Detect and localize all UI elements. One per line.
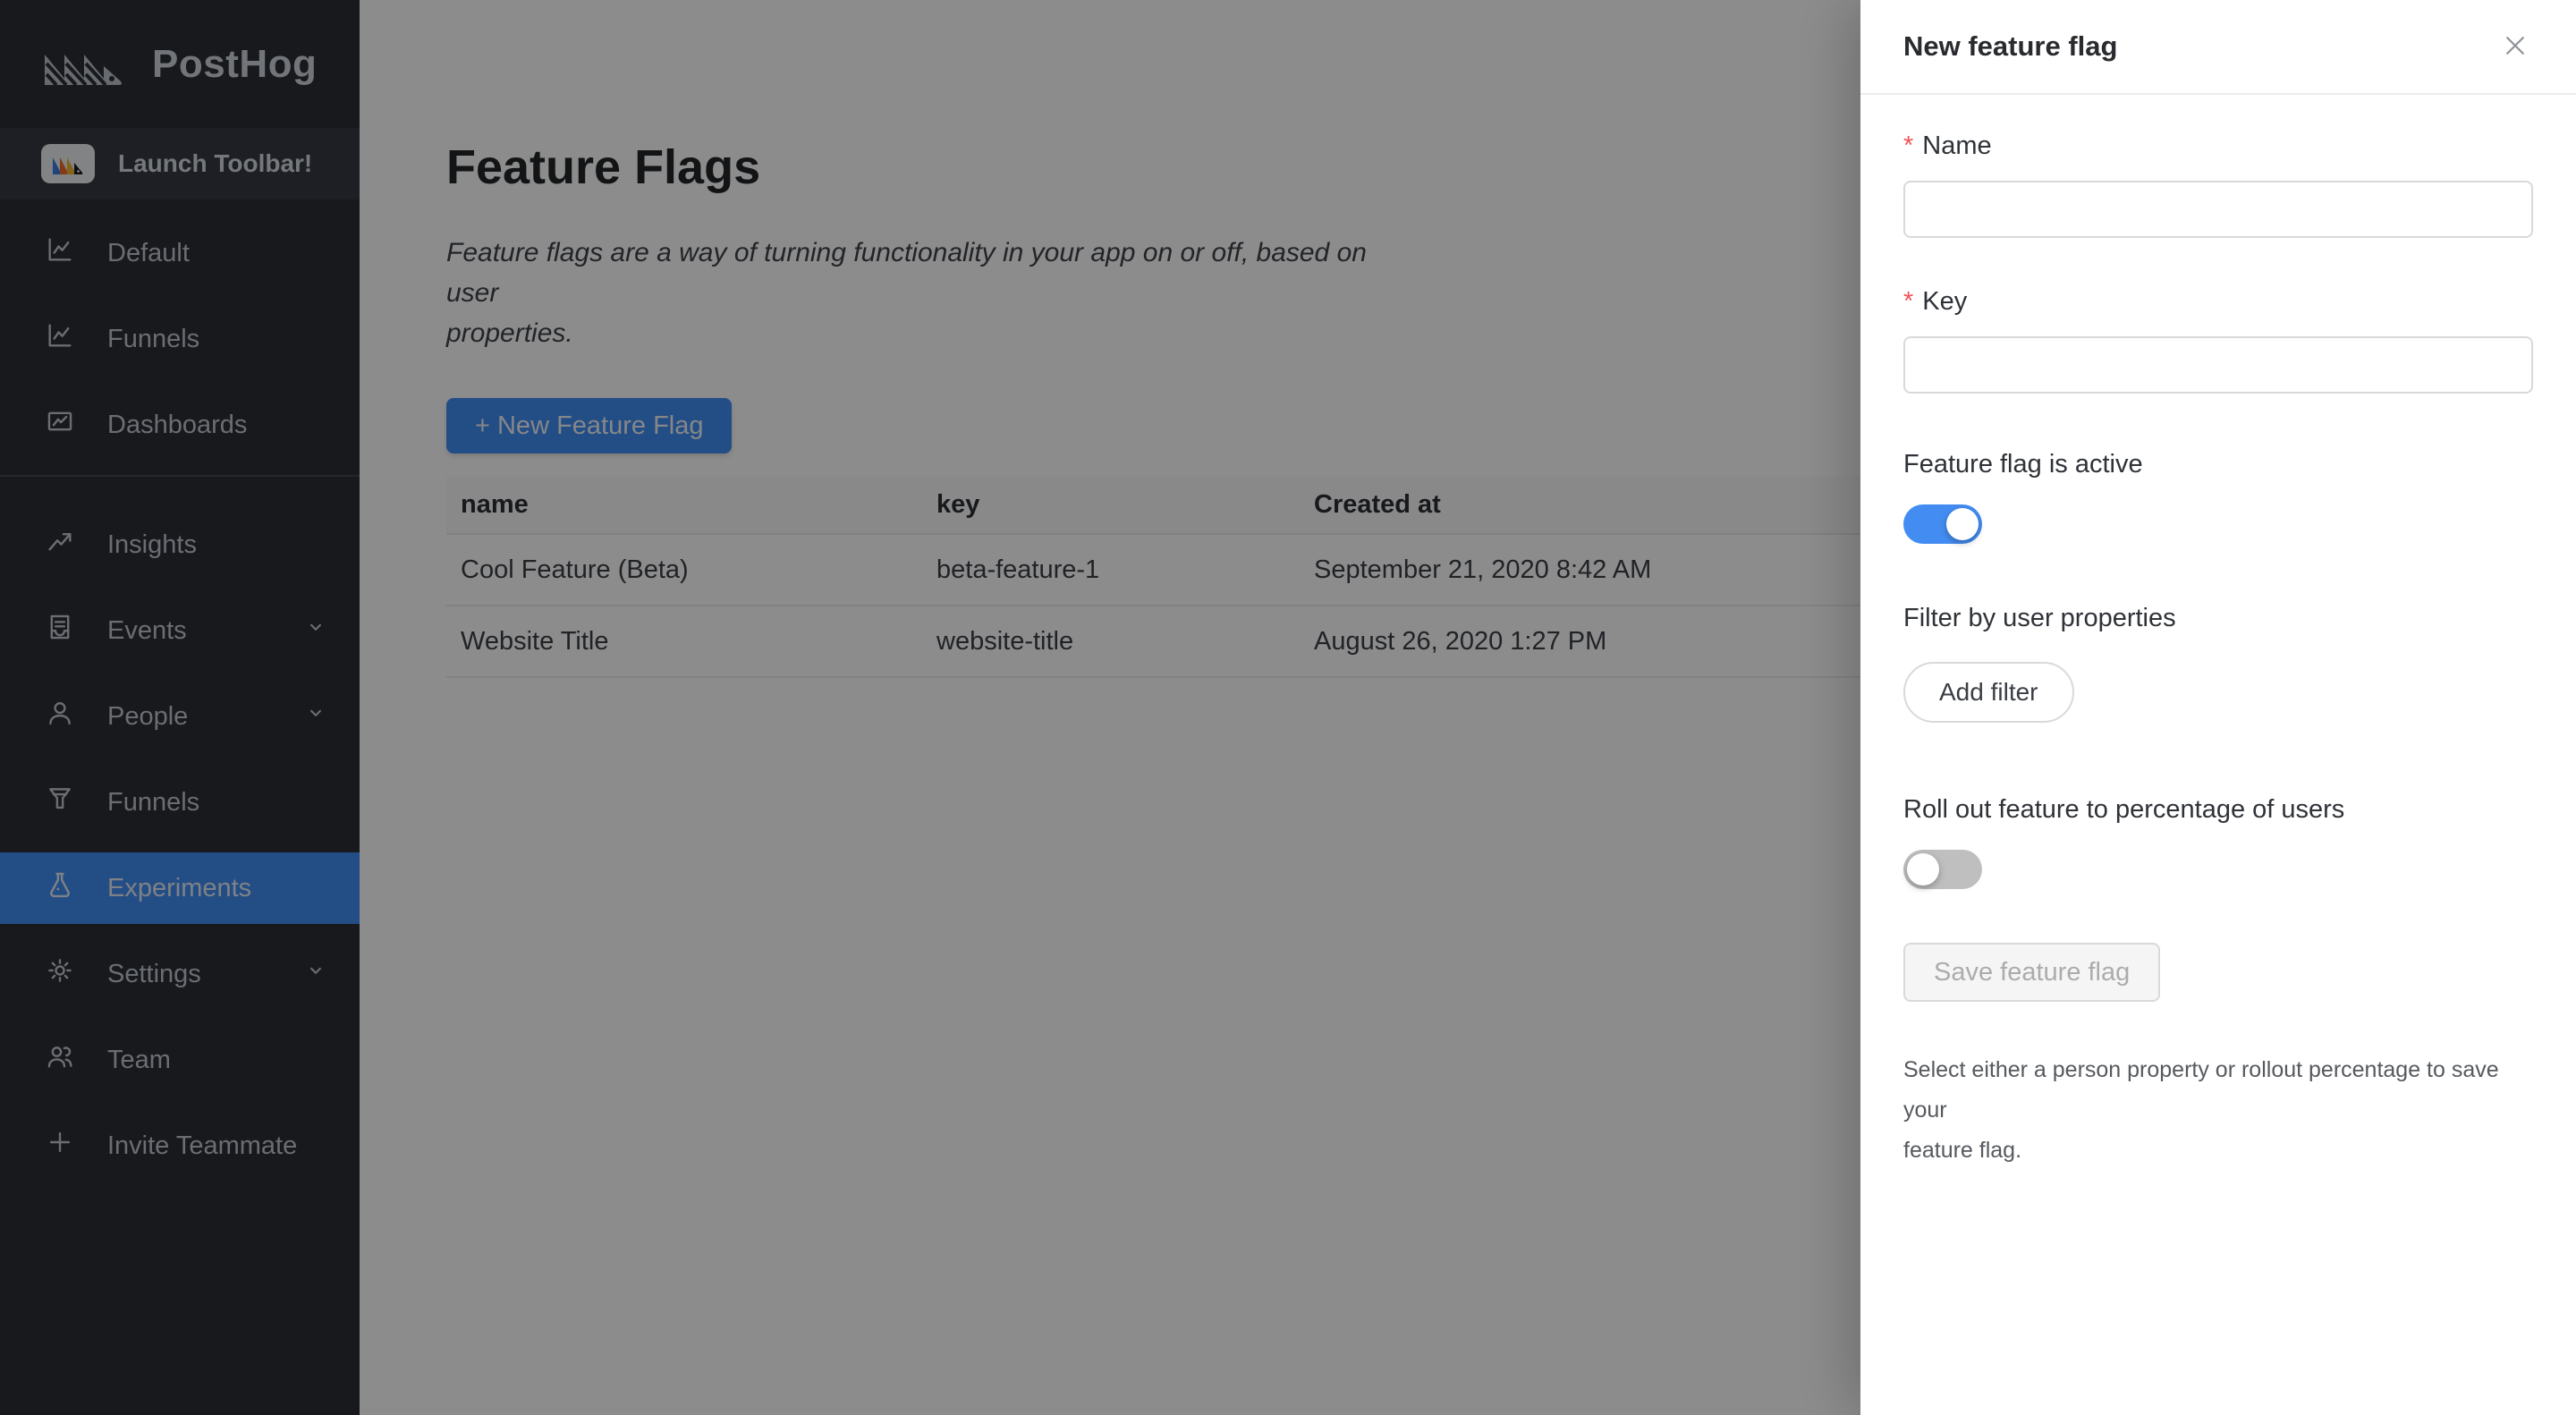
name-label-text: Name bbox=[1922, 131, 1992, 160]
required-mark: * bbox=[1903, 287, 1914, 316]
toggle-knob bbox=[1907, 853, 1939, 885]
drawer-body: * Name * Key Feature flag is active Filt… bbox=[1860, 95, 2576, 1171]
add-filter-button[interactable]: Add filter bbox=[1903, 662, 2074, 723]
toggle-knob bbox=[1946, 508, 1979, 540]
save-hint-text: Select either a person property or rollo… bbox=[1903, 1050, 2533, 1171]
drawer-title: New feature flag bbox=[1903, 30, 2118, 62]
close-icon bbox=[2502, 32, 2529, 62]
save-hint-line: Select either a person property or rollo… bbox=[1903, 1057, 2499, 1123]
active-toggle-label: Feature flag is active bbox=[1903, 450, 2143, 479]
feature-flag-active-toggle[interactable] bbox=[1903, 504, 1982, 544]
required-mark: * bbox=[1903, 131, 1914, 160]
rollout-toggle-label: Roll out feature to percentage of users bbox=[1903, 795, 2345, 824]
key-field-label: * Key bbox=[1903, 286, 2533, 317]
new-feature-flag-drawer: New feature flag * Name * Key Feature fl… bbox=[1860, 0, 2576, 1415]
save-hint-line: feature flag. bbox=[1903, 1138, 2022, 1163]
rollout-percentage-toggle[interactable] bbox=[1903, 850, 1982, 889]
filter-section-label: Filter by user properties bbox=[1903, 604, 2176, 632]
drawer-header: New feature flag bbox=[1860, 0, 2576, 95]
close-button[interactable] bbox=[2497, 29, 2533, 64]
key-label-text: Key bbox=[1922, 287, 1968, 316]
name-input[interactable] bbox=[1903, 181, 2533, 238]
save-feature-flag-button[interactable]: Save feature flag bbox=[1903, 943, 2161, 1002]
key-input[interactable] bbox=[1903, 336, 2533, 394]
name-field-label: * Name bbox=[1903, 131, 2533, 161]
